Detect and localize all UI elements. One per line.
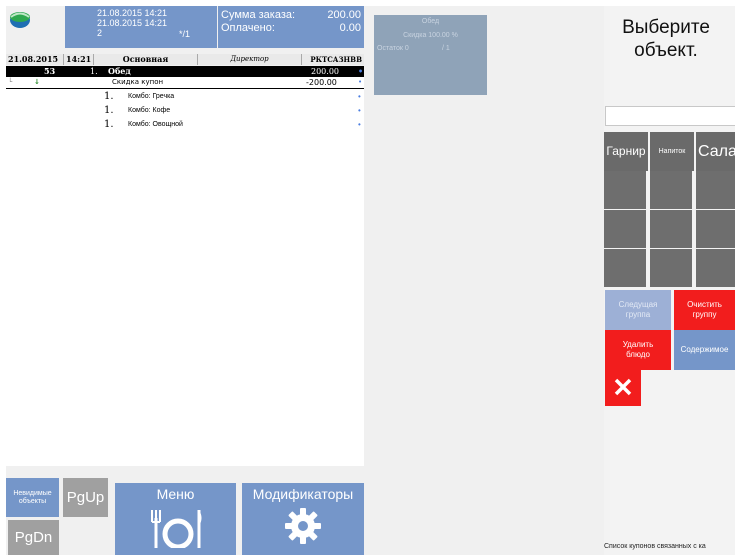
- guests-count: 2: [97, 28, 103, 38]
- paid-value: 0.00: [339, 22, 361, 34]
- component-row[interactable]: 1. Комбо: Овощной •: [6, 118, 364, 132]
- order-dish-row[interactable]: 53 1. Обед 200.00 •: [6, 66, 364, 77]
- pgdn-label: PgDn: [14, 529, 53, 546]
- category-garnish-button[interactable]: Гарнир: [604, 132, 648, 171]
- row-marker-icon: •: [358, 106, 361, 115]
- order-list[interactable]: 53 1. Обед 200.00 • └ ↓ Скидка купон -20…: [6, 66, 364, 466]
- category-label: Гарнир: [606, 144, 646, 158]
- card-discount: Скидка 100.00 %: [403, 32, 458, 39]
- row-marker-icon: •: [358, 78, 363, 86]
- order-sum-value: 200.00: [327, 9, 361, 21]
- row-marker-icon: •: [358, 120, 361, 129]
- info-bar: 21.08.2015 14:21 Основная Директор РКТСА…: [6, 54, 364, 65]
- object-selector-panel: Выберите объект. Гарнир Напиток Салат Сл…: [604, 6, 735, 555]
- modifiers-button[interactable]: Модификаторы: [242, 483, 364, 555]
- empty-slot: [696, 249, 735, 287]
- modifiers-label: Модификаторы: [252, 486, 354, 502]
- pgdn-button[interactable]: PgDn: [8, 520, 59, 555]
- close-icon: [614, 378, 632, 399]
- selector-search-field[interactable]: [605, 106, 735, 126]
- next-group-button[interactable]: Следущая группа: [605, 290, 671, 330]
- open-time: 21.08.2015 14:21: [97, 8, 168, 18]
- app-logo-icon: [8, 8, 32, 30]
- clear-group-button[interactable]: Очистить группу: [674, 290, 735, 330]
- row-marker-icon: •: [358, 92, 361, 101]
- order-sum-panel: Сумма заказа: 200.00 Оплачено: 0.00: [218, 6, 364, 48]
- empty-slot: [650, 171, 692, 209]
- empty-slot: [604, 171, 646, 209]
- component-row[interactable]: 1. Комбо: Гречка •: [6, 90, 364, 104]
- close-button[interactable]: [605, 370, 641, 406]
- hidden-objects-label: Невидимые объекты: [13, 489, 52, 505]
- category-drink-button[interactable]: Напиток: [650, 132, 694, 171]
- card-title: Обед: [421, 18, 440, 25]
- component-name: Комбо: Гречка: [128, 93, 175, 100]
- row-marker-icon: •: [358, 66, 364, 76]
- pgup-button[interactable]: PgUp: [63, 478, 108, 517]
- dish-name: Обед: [108, 66, 131, 76]
- table-no: 53: [44, 66, 56, 76]
- info-date: 21.08.2015: [6, 54, 64, 65]
- component-qty: 1.: [104, 119, 114, 130]
- table-number: */1: [179, 29, 191, 39]
- clear-group-label: Очистить группу: [687, 300, 722, 319]
- discount-value: -200.00: [306, 78, 337, 87]
- hidden-objects-button[interactable]: Невидимые объекты: [6, 478, 59, 517]
- info-user: РКТСАЗНВВ: [310, 55, 362, 64]
- empty-slot: [604, 249, 646, 287]
- discount-name: Скидка купон: [112, 78, 164, 86]
- menu-button[interactable]: Меню: [115, 483, 236, 555]
- category-label: Напиток: [658, 148, 686, 155]
- menu-plate-icon: [146, 504, 206, 553]
- selector-title-line1: Выберите: [622, 17, 710, 38]
- order-time-panel[interactable]: 21.08.2015 14:21 21.08.2015 14:21 2 */1: [65, 6, 217, 48]
- line-no: 1.: [90, 67, 98, 76]
- info-time: 14:21: [64, 54, 94, 65]
- next-group-label: Следущая группа: [618, 300, 658, 319]
- empty-slot: [696, 210, 735, 248]
- discount-row[interactable]: └ ↓ Скидка купон -200.00 •: [6, 77, 364, 89]
- status-text: Список купонов связанных с ка: [604, 543, 706, 550]
- empty-slot: [650, 210, 692, 248]
- pgup-label: PgUp: [66, 489, 105, 506]
- menu-label: Меню: [156, 486, 195, 502]
- category-label: Салат: [698, 143, 735, 160]
- card-rest-label: Остаток 0: [377, 45, 409, 52]
- app-window: 21.08.2015 14:21 21.08.2015 14:21 2 */1 …: [6, 6, 735, 555]
- contents-button[interactable]: Содержимое: [674, 330, 735, 370]
- contents-label: Содержимое: [680, 345, 729, 354]
- component-name: Комбо: Овощной: [128, 121, 183, 128]
- discount-arrow-icon: ↓: [34, 78, 40, 86]
- card-rest-value: / 1: [442, 45, 450, 52]
- row-tree-icon: └: [8, 78, 13, 86]
- component-qty: 1.: [104, 105, 114, 116]
- order-sum-label: Сумма заказа:: [221, 9, 296, 21]
- empty-slot: [696, 171, 735, 209]
- info-role: Директор: [198, 54, 302, 65]
- dish-price: 200.00: [311, 67, 339, 76]
- empty-slot: [650, 249, 692, 287]
- empty-slot: [604, 210, 646, 248]
- selector-title: Выберите объект.: [604, 16, 728, 62]
- component-qty: 1.: [104, 91, 114, 102]
- delete-dish-label: Удалить блюдо: [622, 340, 654, 359]
- paid-label: Оплачено:: [221, 22, 275, 34]
- selector-title-line2: объект.: [634, 40, 698, 61]
- component-row[interactable]: 1. Комбо: Кофе •: [6, 104, 364, 118]
- info-menu: Основная: [94, 54, 198, 65]
- component-name: Комбо: Кофе: [128, 107, 171, 114]
- gear-icon: [283, 506, 323, 551]
- dish-info-card[interactable]: Обед Скидка 100.00 % Остаток 0 / 1: [374, 15, 487, 95]
- current-time: 21.08.2015 14:21: [97, 18, 168, 28]
- delete-dish-button[interactable]: Удалить блюдо: [605, 330, 671, 370]
- category-salad-button[interactable]: Салат: [696, 132, 735, 171]
